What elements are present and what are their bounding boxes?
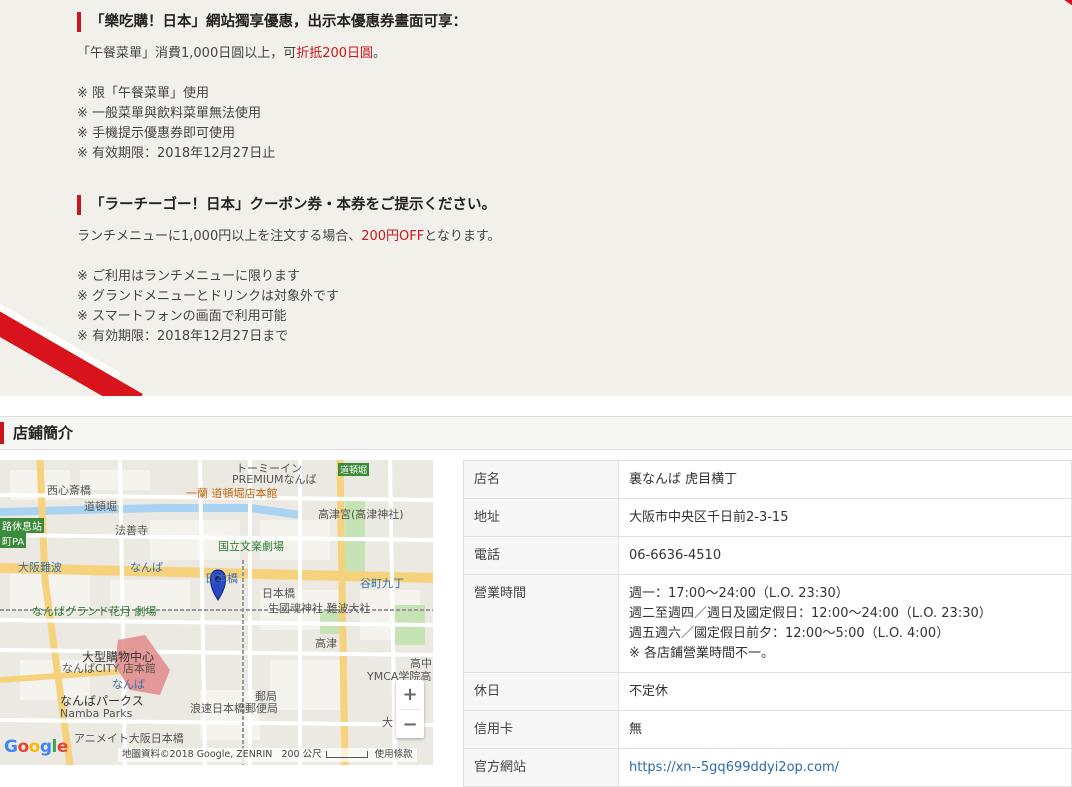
map-label: 西心斎橋 [47, 484, 91, 497]
row-key: 店名 [463, 460, 619, 499]
shop-info-table: 店名 裏なんば 虎目横丁 地址 大阪市中央区千日前2-3-15 電話 06-66… [463, 460, 1072, 787]
table-row: 電話 06-6636-4510 [463, 536, 1072, 575]
coupon-note: ※ 一般菜單與飲料菜單無法使用 [77, 106, 262, 121]
hours-line: 週五週六／國定假日前夕：12:00～5:00（L.O. 4:00） [629, 626, 950, 641]
map-label: 高津宮(高津神社) [318, 508, 404, 521]
map-footer: 地圖資料©2018 Google, ZENRIN 200 公尺 使用條款 [118, 748, 417, 762]
map-label: 道頓堀 [338, 463, 370, 476]
table-row: 店名 裏なんば 虎目横丁 [463, 460, 1072, 499]
map-view[interactable]: トーミーイン PREMIUMなんば 道頓堀 西心斎橋 一蘭 道頓堀店本館 道頓堀… [0, 460, 433, 765]
map-label: なんばCITY 店本館 [62, 662, 156, 675]
map-scale-label: 200 公尺 [281, 749, 322, 760]
map-label: 日本橋 [262, 587, 295, 600]
table-row: 休日 不定休 [463, 672, 1072, 711]
row-value: 大阪市中央区千日前2-3-15 [618, 498, 1072, 537]
row-value: 不定休 [618, 672, 1072, 711]
row-value: 無 [618, 710, 1072, 749]
map-terms-link[interactable]: 使用條款 [375, 749, 413, 760]
coupon-note: ※ ご利用はランチメニューに限ります [77, 269, 301, 284]
map-scale-bar [325, 751, 368, 758]
map-label: 日本橋 [205, 572, 238, 585]
map-label: 町PA [0, 533, 27, 548]
map-label: 高津 [315, 637, 337, 650]
offer-highlight: 200円OFF [361, 229, 425, 244]
section-title: 店鋪簡介 [0, 422, 73, 444]
map-label: 法善寺 [115, 524, 148, 537]
map-label: 道頓堀 [84, 500, 117, 513]
coupon-zh: 「樂吃購！日本」網站獨享優惠，出示本優惠券畫面可享： 「午餐菜單」消費1,000… [77, 12, 467, 164]
zoom-out-button[interactable]: − [396, 710, 424, 739]
shop-section-header: 店鋪簡介 [0, 416, 1072, 450]
row-value: 週一：17:00～24:00（L.O. 23:30） 週二至週四／週日及國定假日… [618, 574, 1072, 673]
offer-highlight: 折抵200日圓 [296, 46, 374, 61]
coupon-note: ※ グランドメニューとドリンクは対象外です [77, 289, 340, 304]
row-key: 營業時間 [463, 574, 619, 673]
hours-line: 週二至週四／週日及國定假日：12:00～24:00（L.O. 23:30） [629, 606, 992, 621]
map-label: 浪速日本橋郵便局 [190, 702, 278, 715]
map-label: 大阪難波 [18, 561, 62, 574]
map-label: 一蘭 道頓堀店本館 [186, 487, 278, 500]
map-label: なんば [112, 678, 145, 691]
zoom-control: + − [396, 680, 424, 738]
coupon-ja-offer: ランチメニューに1,000円以上を注文する場合、200円OFFとなります。 [77, 229, 501, 244]
map-label: 国立文楽劇場 [218, 540, 284, 553]
coupon-panel: 「樂吃購！日本」網站獨享優惠，出示本優惠券畫面可享： 「午餐菜單」消費1,000… [0, 0, 1072, 396]
hours-line: ※ 各店鋪營業時間不一。 [629, 646, 775, 661]
map-label: なんば [130, 561, 163, 574]
coupon-zh-heading: 「樂吃購！日本」網站獨享優惠，出示本優惠券畫面可享： [77, 12, 467, 32]
map-label: 高中 [410, 657, 432, 670]
zoom-in-button[interactable]: + [396, 680, 424, 709]
coupon-note: ※ スマートフォンの画面で利用可能 [77, 309, 287, 324]
table-row: 官方網站 https://xn--5gq699ddyi2op.com/ [463, 748, 1072, 787]
table-row: 地址 大阪市中央区千日前2-3-15 [463, 498, 1072, 537]
table-row: 信用卡 無 [463, 710, 1072, 749]
row-key: 地址 [463, 498, 619, 537]
row-value: https://xn--5gq699ddyi2op.com/ [618, 748, 1072, 787]
map-label: 生國魂神社 難波大社 [268, 602, 371, 615]
coupon-note: ※ 有効期限：2018年12月27日まで [77, 329, 289, 344]
row-key: 信用卡 [463, 710, 619, 749]
row-value: 06-6636-4510 [618, 536, 1072, 575]
coupon-note: ※ 有效期限：2018年12月27日止 [77, 146, 276, 161]
coupon-note: ※ 限「午餐菜單」使用 [77, 86, 210, 101]
map-label: 路休息站 [0, 518, 44, 533]
map-label: なんばグランド花月 劇場 [32, 605, 157, 618]
map-attribution: 地圖資料©2018 Google, ZENRIN [122, 749, 273, 760]
coupon-zh-offer: 「午餐菜單」消費1,000日圓以上，可折抵200日圓。 [77, 46, 387, 61]
row-key: 官方網站 [463, 748, 619, 787]
coupon-note: ※ 手機提示優惠券即可使用 [77, 126, 236, 141]
map-label: 大 [382, 716, 393, 729]
coupon-ja: 「ラーチーゴー！日本」クーポン券・本券をご提示ください。 ランチメニューに1,0… [77, 195, 501, 347]
hours-line: 週一：17:00～24:00（L.O. 23:30） [629, 586, 849, 601]
row-value: 裏なんば 虎目横丁 [618, 460, 1072, 499]
map-label: 谷町九丁 [360, 577, 404, 590]
row-key: 休日 [463, 672, 619, 711]
ribbon-decoration [986, 0, 1072, 15]
map-label: アニメイト大阪日本橋 [74, 732, 184, 745]
coupon-ja-heading: 「ラーチーゴー！日本」クーポン券・本券をご提示ください。 [77, 195, 501, 215]
map-label: Namba Parks [60, 707, 133, 720]
row-key: 電話 [463, 536, 619, 575]
google-logo: Google [4, 737, 68, 757]
table-row: 營業時間 週一：17:00～24:00（L.O. 23:30） 週二至週四／週日… [463, 574, 1072, 673]
